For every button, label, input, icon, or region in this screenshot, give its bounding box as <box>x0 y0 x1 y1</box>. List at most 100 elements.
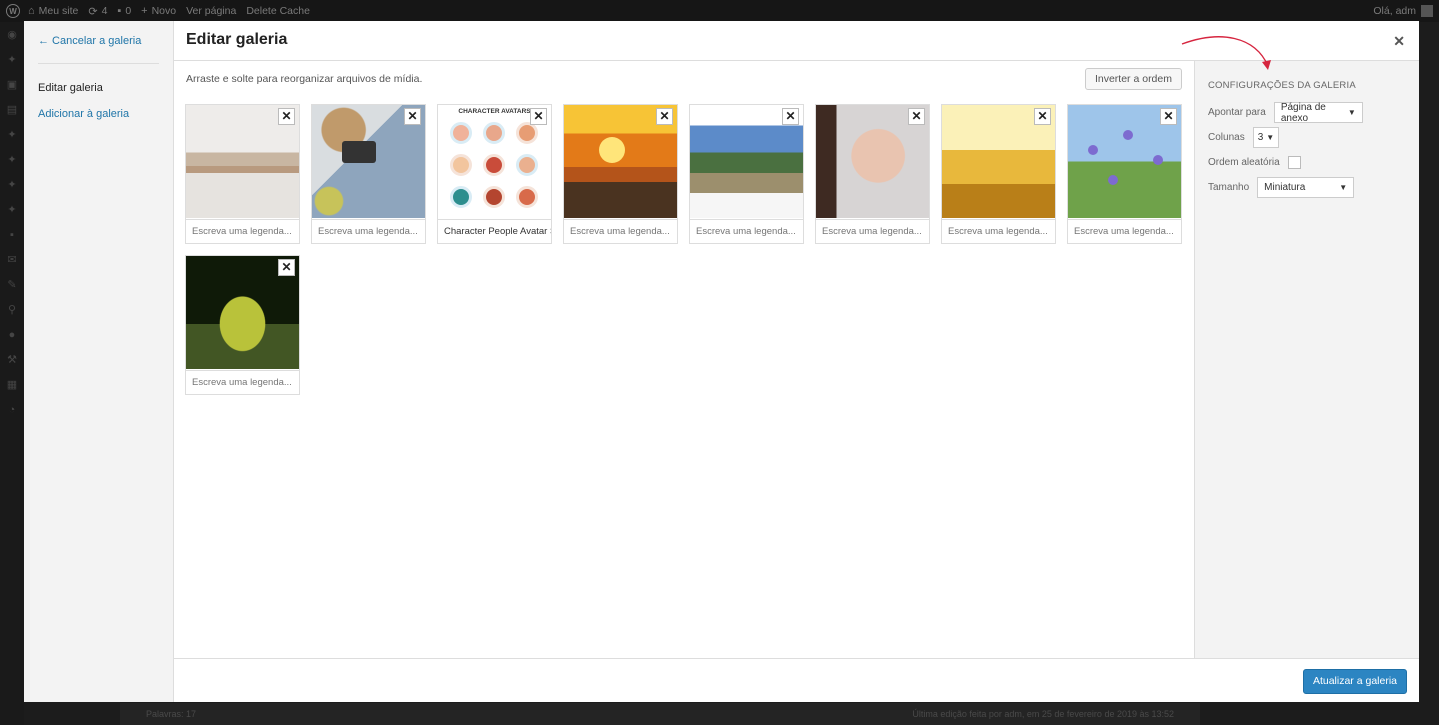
pages-icon: ▤ <box>6 104 18 116</box>
plus-icon: + <box>141 5 148 17</box>
chevron-down-icon: ▼ <box>1266 133 1275 142</box>
media-modal: ← Cancelar a galeria Editar galeria Adic… <box>24 21 1419 702</box>
remove-x-icon[interactable]: ✕ <box>656 108 673 125</box>
avatar-face <box>516 122 538 144</box>
caption-input[interactable] <box>564 219 677 243</box>
caption-input[interactable] <box>312 219 425 243</box>
remove-x-icon[interactable]: ✕ <box>530 108 547 125</box>
avatar-face <box>483 186 505 208</box>
gallery-item[interactable]: ✕ <box>311 104 426 244</box>
gallery-item[interactable]: ✕ <box>185 255 300 395</box>
gallery-item[interactable]: ✕ <box>1067 104 1182 244</box>
flower-shape <box>1108 175 1118 185</box>
caption-input[interactable] <box>816 219 929 243</box>
flower-shape <box>1153 155 1163 165</box>
avatar-face <box>483 154 505 176</box>
editor-footer: Palavras: 17 Última edição feita por adm… <box>120 703 1200 725</box>
cancel-gallery-link[interactable]: ← Cancelar a galeria <box>24 21 173 63</box>
camera-shape <box>342 141 376 163</box>
avatar-face <box>450 186 472 208</box>
drag-instructions: Arraste e solte para reorganizar arquivo… <box>186 73 423 85</box>
link-to-select[interactable]: Página de anexo ▼ <box>1273 102 1363 124</box>
gallery-content: Arraste e solte para reorganizar arquivo… <box>174 61 1194 658</box>
close-icon[interactable]: ✕ <box>1393 33 1405 50</box>
remove-x-icon[interactable]: ✕ <box>1034 108 1051 125</box>
view-page-link[interactable]: Ver página <box>186 5 236 17</box>
columns-setting: Colunas 3 ▼ <box>1208 127 1406 148</box>
flower-shape <box>1088 145 1098 155</box>
new-content-link[interactable]: + Novo <box>141 5 176 17</box>
caption-input[interactable] <box>690 219 803 243</box>
pin-icon: ✦ <box>7 54 17 66</box>
menu-separator <box>38 63 159 64</box>
comments-link[interactable]: ▪ 0 <box>117 5 131 17</box>
home-icon: ⌂ <box>28 5 35 17</box>
refresh-icon: ⟳ <box>88 5 98 18</box>
pin-icon: ✦ <box>7 129 17 141</box>
avatar-face <box>450 122 472 144</box>
pin-icon: ✦ <box>7 179 17 191</box>
media-icon: ▣ <box>6 79 18 91</box>
page-title: Editar galeria <box>186 31 288 48</box>
avatar-face <box>516 186 538 208</box>
modal-menu: ← Cancelar a galeria Editar galeria Adic… <box>24 21 174 702</box>
remove-x-icon[interactable]: ✕ <box>404 108 421 125</box>
columns-select[interactable]: 3 ▼ <box>1252 127 1279 148</box>
gallery-item[interactable]: ✕ <box>815 104 930 244</box>
admin-bar: W ⌂ Meu site ⟳ 4 ▪ 0 + Novo Ver página D… <box>0 0 1439 22</box>
update-gallery-button[interactable]: Atualizar a galeria <box>1302 669 1407 694</box>
gallery-settings-sidebar: Configurações da galeria Apontar para Pá… <box>1194 61 1419 658</box>
avatar-face <box>450 154 472 176</box>
gallery-item[interactable]: CHARACTER AVATARS ✕ Character People Ava… <box>437 104 552 244</box>
chevron-down-icon: ▼ <box>1347 108 1356 117</box>
pin-icon: ✦ <box>7 204 17 216</box>
pin-icon: ✦ <box>7 154 17 166</box>
caption-input[interactable]: Character People Avatar Set <box>438 219 551 243</box>
gallery-item[interactable]: ✕ <box>185 104 300 244</box>
collapse-icon: ◔ <box>8 403 16 416</box>
random-order-checkbox[interactable] <box>1287 156 1301 169</box>
caption-input[interactable] <box>1068 219 1181 243</box>
caption-input[interactable] <box>186 219 299 243</box>
remove-x-icon[interactable]: ✕ <box>278 259 295 276</box>
modal-toolbar: Atualizar a galeria <box>174 658 1419 702</box>
link-to-setting: Apontar para Página de anexo ▼ <box>1208 102 1406 124</box>
reverse-order-button[interactable]: Inverter a ordem <box>1084 68 1182 90</box>
mail-icon: ✉ <box>7 254 17 266</box>
annotation-arrow-icon <box>1181 36 1271 70</box>
menu-item-add-to-gallery[interactable]: Adicionar à galeria <box>24 101 173 127</box>
site-name-link[interactable]: ⌂ Meu site <box>28 5 78 17</box>
remove-x-icon[interactable]: ✕ <box>278 108 295 125</box>
remove-x-icon[interactable]: ✕ <box>908 108 925 125</box>
comments-icon: ▪ <box>10 228 14 241</box>
plugins-icon: ⚲ <box>7 304 17 316</box>
settings-heading: Configurações da galeria <box>1208 80 1356 91</box>
updates-link[interactable]: ⟳ 4 <box>88 5 107 18</box>
comment-icon: ▪ <box>117 5 122 17</box>
random-order-setting: Ordem aleatória <box>1208 154 1406 171</box>
admin-side-menu: ◉ ✦ ▣ ▤ ✦ ✦ ✦ ✦ ▪ ✉ ✎ ⚲ ● ⚒ ▦ ◔ <box>0 22 24 725</box>
gallery-item[interactable]: ✕ <box>941 104 1056 244</box>
gallery-item[interactable]: ✕ <box>563 104 678 244</box>
gallery-item[interactable]: ✕ <box>689 104 804 244</box>
remove-x-icon[interactable]: ✕ <box>1160 108 1177 125</box>
appearance-icon: ✎ <box>7 279 17 291</box>
dashboard-icon: ◉ <box>7 29 17 41</box>
wordpress-logo-icon[interactable]: W <box>6 4 20 18</box>
caption-input[interactable] <box>186 370 299 394</box>
remove-x-icon[interactable]: ✕ <box>782 108 799 125</box>
menu-item-edit-gallery[interactable]: Editar galeria <box>24 75 173 101</box>
avatar-face <box>483 122 505 144</box>
tools-icon: ⚒ <box>7 354 17 366</box>
caption-input[interactable] <box>942 219 1055 243</box>
size-setting: Tamanho Miniatura ▼ <box>1208 177 1406 198</box>
flower-shape <box>1123 130 1133 140</box>
size-select[interactable]: Miniatura ▼ <box>1257 177 1355 198</box>
chevron-down-icon: ▼ <box>1339 183 1348 192</box>
settings-icon: ▦ <box>6 379 18 391</box>
account-menu[interactable]: Olá, adm <box>1373 0 1433 22</box>
users-icon: ● <box>8 328 16 341</box>
avatar <box>1421 5 1433 17</box>
avatar-face <box>516 154 538 176</box>
delete-cache-link[interactable]: Delete Cache <box>246 5 310 17</box>
